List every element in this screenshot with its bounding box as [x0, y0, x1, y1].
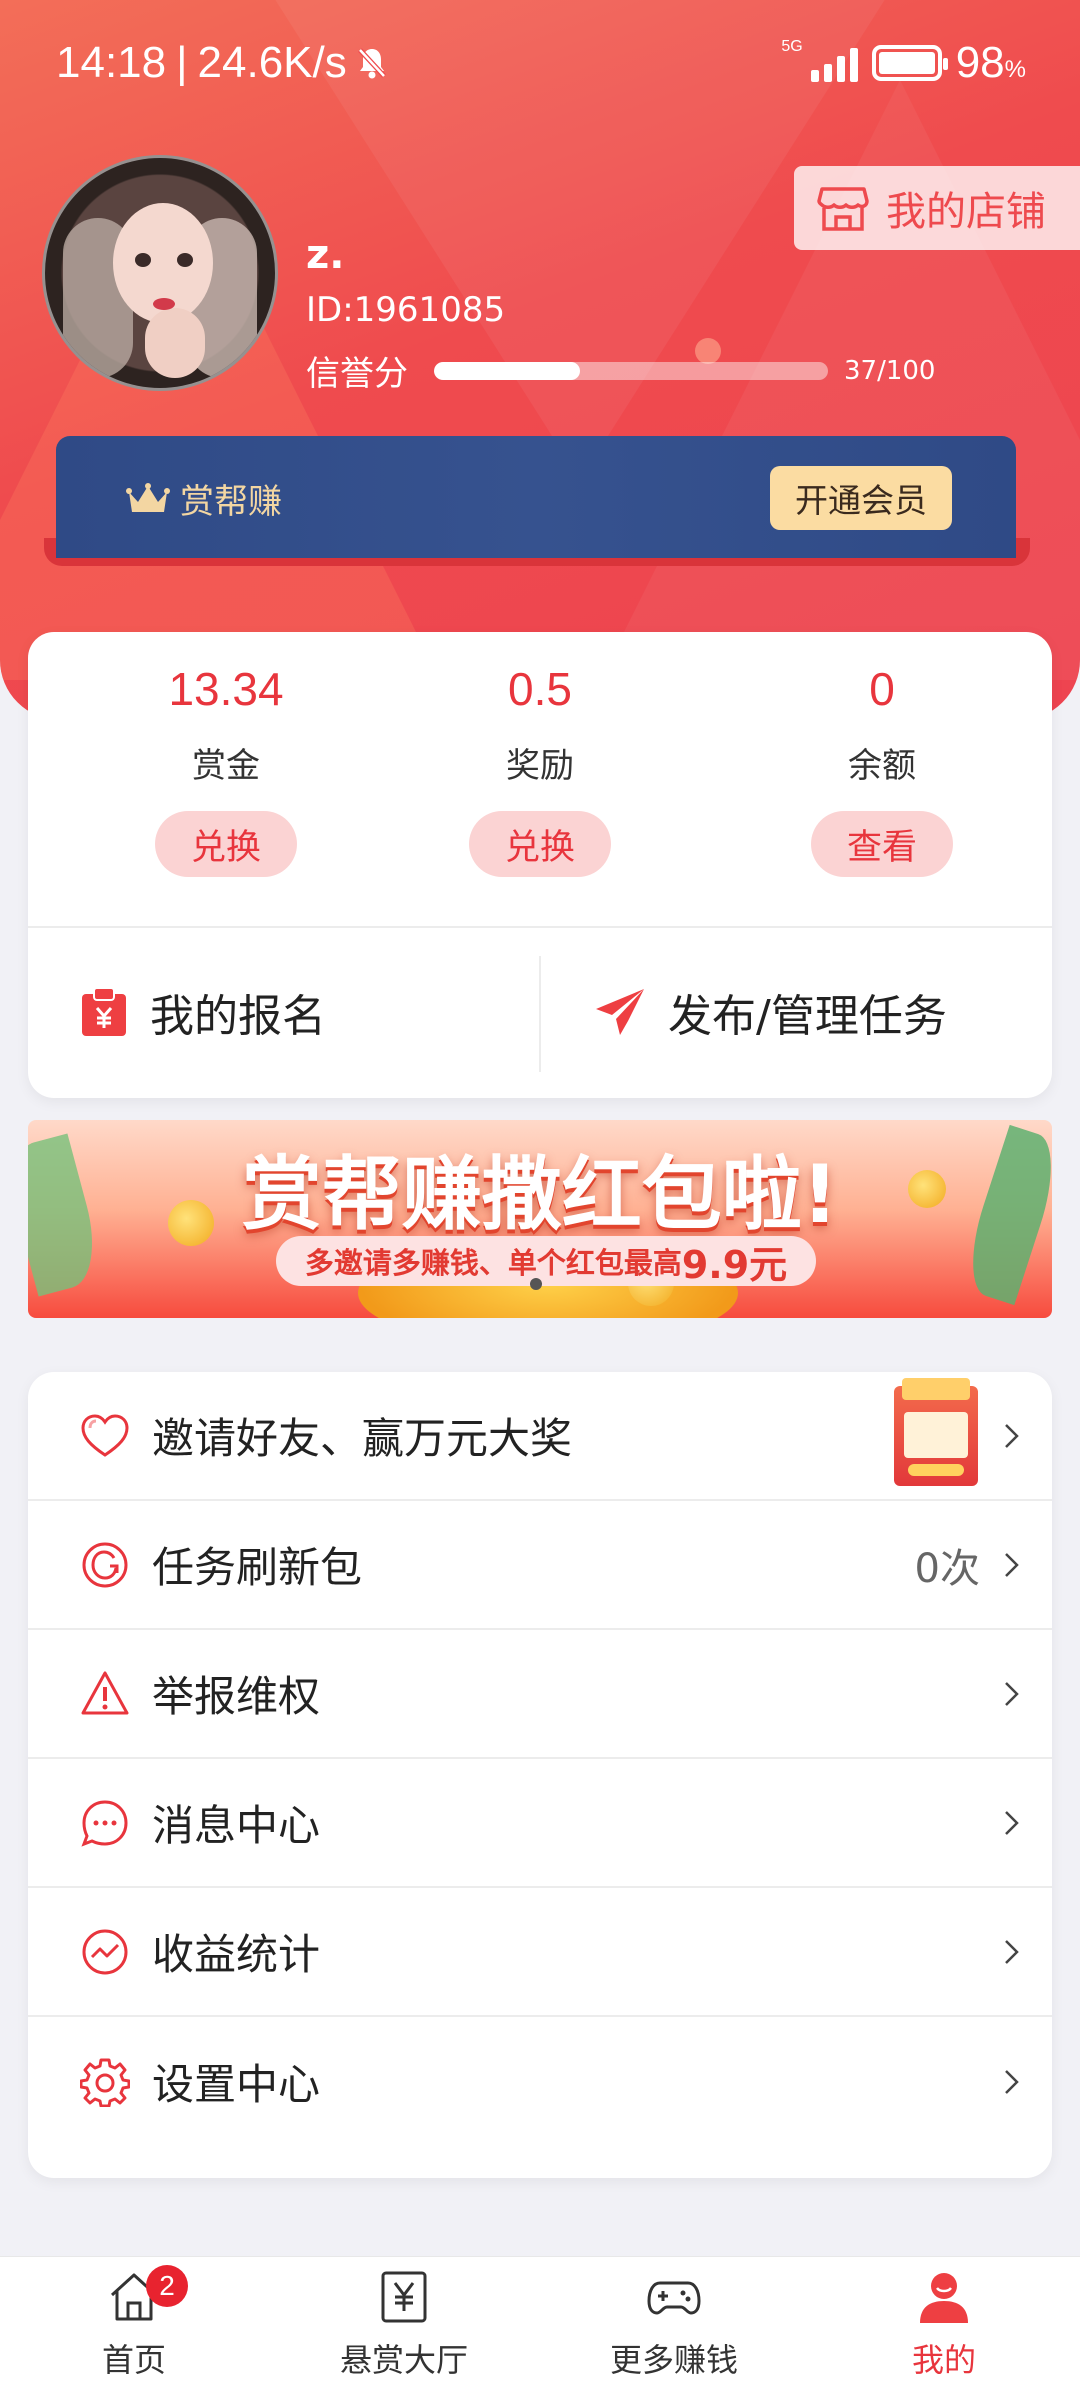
stat-label: 赏金 [192, 746, 260, 786]
view-balance-button[interactable]: 查看 [811, 811, 953, 877]
battery-icon [871, 45, 948, 81]
credit-score: 信誉分 37/100 [306, 346, 935, 395]
home-badge: 2 [146, 2265, 188, 2307]
heart-icon [81, 1413, 129, 1457]
vip-banner[interactable]: 赏帮赚 开通会员 [56, 436, 1016, 558]
mute-bell-icon [357, 48, 386, 79]
clipboard-yen-icon [82, 987, 126, 1036]
avatar[interactable] [42, 155, 278, 391]
stat-label: 奖励 [506, 746, 574, 786]
nav-home[interactable]: 2 首页 [34, 2265, 234, 2381]
status-separator: | [176, 38, 188, 87]
exchange-bonus-button[interactable]: 兑换 [469, 811, 611, 877]
stat-value: 13.34 [168, 663, 284, 715]
message-icon [81, 1799, 128, 1847]
promo-banner[interactable]: 赏帮赚撒红包啦! 多邀请多赚钱、单个红包最高 9.9元 [28, 1120, 1052, 1318]
my-store-label: 我的店铺 [886, 189, 1046, 235]
warning-icon [81, 1671, 129, 1714]
menu-report[interactable]: 举报维权 [28, 1630, 1052, 1759]
menu-label: 设置中心 [152, 2060, 321, 2109]
my-signup-button[interactable]: 我的报名 [80, 980, 326, 1044]
user-name: z. [306, 232, 345, 278]
chevron-right-icon [1005, 1552, 1019, 1577]
nav-label: 更多赚钱 [609, 2341, 738, 2379]
refresh-count: 0次 [914, 1545, 980, 1592]
promo-subtitle: 多邀请多赚钱、单个红包最高 9.9元 [276, 1236, 816, 1287]
publish-task-label: 发布/管理任务 [668, 991, 947, 1042]
stat-value: 0.5 [508, 663, 572, 715]
stat-balance: 0 余额 查看 [782, 662, 982, 877]
store-icon [817, 187, 869, 231]
chevron-right-icon [1005, 1423, 1019, 1448]
menu-label: 邀请好友、赢万元大奖 [152, 1414, 573, 1463]
menu-invite-friends[interactable]: 邀请好友、赢万元大奖 [28, 1372, 1052, 1501]
nav-label: 首页 [101, 2341, 166, 2379]
yen-tag-icon [381, 2271, 427, 2323]
my-signup-label: 我的报名 [150, 991, 326, 1042]
gear-icon [80, 2058, 130, 2107]
stat-value: 0 [869, 663, 895, 715]
bottom-nav: 2 首页 悬赏大厅 更多赚钱 我的 [0, 2256, 1080, 2400]
status-bar: 14:18 | 24.6K/s 5G 98% [0, 0, 1080, 125]
nav-mine[interactable]: 我的 [844, 2269, 1044, 2381]
credit-label: 信誉分 [306, 354, 408, 394]
status-time: 14:18 [56, 38, 167, 87]
menu-label: 收益统计 [152, 1930, 321, 1979]
chevron-right-icon [1005, 1810, 1019, 1835]
stat-reward-money: 13.34 赏金 兑换 [126, 662, 326, 877]
open-vip-button[interactable]: 开通会员 [770, 466, 952, 530]
crown-icon [126, 482, 170, 512]
stat-bonus: 0.5 奖励 兑换 [440, 662, 640, 877]
gamepad-icon [647, 2281, 701, 2315]
credit-count: 37/100 [844, 355, 936, 386]
user-icon [920, 2273, 968, 2323]
divider [28, 926, 1052, 928]
menu-label: 任务刷新包 [152, 1543, 363, 1592]
status-net-speed: 24.6K/s [197, 38, 347, 87]
chart-icon [82, 1929, 128, 1974]
menu-list: 邀请好友、赢万元大奖 任务刷新包 0次 举报维权 消息中心 收益统计 设置中心 [28, 1372, 1052, 2178]
stat-label: 余额 [848, 746, 916, 786]
signal-icon [810, 44, 858, 82]
exchange-reward-money-button[interactable]: 兑换 [155, 811, 297, 877]
divider [539, 956, 541, 1072]
red-envelope-icon [894, 1378, 978, 1486]
nav-label: 我的 [911, 2341, 976, 2379]
chevron-right-icon [1005, 1681, 1019, 1706]
paper-plane-icon [596, 989, 644, 1035]
network-type: 5G [781, 38, 803, 55]
menu-messages[interactable]: 消息中心 [28, 1759, 1052, 1888]
nav-more-earn[interactable]: 更多赚钱 [574, 2269, 774, 2381]
chevron-right-icon [1005, 2069, 1019, 2094]
promo-title: 赏帮赚撒红包啦! [241, 1148, 839, 1241]
vip-brand-label: 赏帮赚 [180, 482, 282, 522]
my-store-button[interactable]: 我的店铺 [794, 166, 1080, 250]
menu-earnings-stats[interactable]: 收益统计 [28, 1888, 1052, 2017]
nav-reward-hall[interactable]: 悬赏大厅 [304, 2269, 504, 2381]
refresh-icon [82, 1542, 128, 1587]
credit-progress-bar [434, 361, 828, 380]
nav-label: 悬赏大厅 [339, 2341, 468, 2379]
wallet-card: 13.34 赏金 兑换 0.5 奖励 兑换 0 余额 查看 我的报名 发布/管理… [28, 632, 1052, 1098]
user-id: ID:1961085 [306, 290, 506, 330]
publish-task-button[interactable]: 发布/管理任务 [594, 980, 947, 1044]
carousel-indicator [530, 1278, 542, 1290]
menu-refresh-pack[interactable]: 任务刷新包 0次 [28, 1501, 1052, 1630]
menu-settings[interactable]: 设置中心 [28, 2017, 1052, 2146]
battery-percent: 98% [955, 38, 1026, 87]
menu-label: 消息中心 [152, 1801, 321, 1850]
chevron-right-icon [1005, 1939, 1019, 1964]
credit-progress-fill [434, 361, 580, 380]
menu-label: 举报维权 [152, 1672, 321, 1721]
